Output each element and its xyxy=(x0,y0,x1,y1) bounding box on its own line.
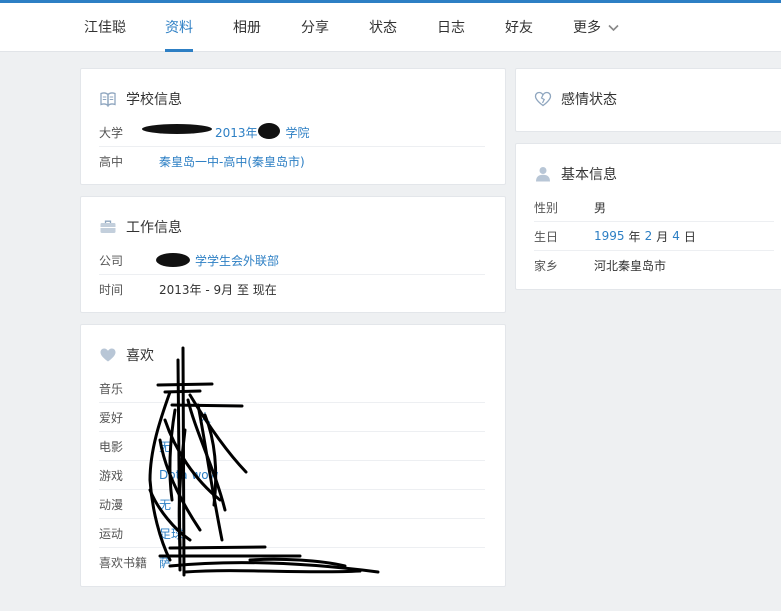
info-row: 运动 足球 xyxy=(99,519,485,548)
field-label: 家乡 xyxy=(534,259,559,273)
info-row: 高中 秦皇岛一中-高中(秦皇岛市) xyxy=(99,147,485,176)
basic-info-card: 基本信息 性别 男 生日 1995 年 2 月 4 日 家乡 河北秦皇岛市 xyxy=(515,143,781,290)
field-label: 高中 xyxy=(99,155,124,169)
heart-icon xyxy=(100,348,116,362)
field-label: 电影 xyxy=(99,439,124,454)
game-value[interactable]: Dota wow xyxy=(159,468,218,482)
info-row: 游戏 Dota wow xyxy=(99,461,485,490)
info-row: 喜欢书籍 萨 xyxy=(99,548,485,577)
person-icon xyxy=(536,167,550,182)
birth-day-link[interactable]: 4 xyxy=(672,229,680,243)
anime-value[interactable]: 无 xyxy=(159,496,171,513)
work-period: 2013年 - 9月 至 现在 xyxy=(159,283,277,297)
nav-item-profile[interactable]: 资料 xyxy=(165,17,193,52)
redaction-mark xyxy=(156,253,190,267)
field-label: 音乐 xyxy=(99,381,124,396)
likes-card: 喜欢 音乐 爱好 人 电影 无 游戏 Dota wow 动漫 无 运动 足球 喜… xyxy=(80,324,506,587)
school-info-header: 学校信息 xyxy=(99,89,182,109)
card-title: 工作信息 xyxy=(126,220,182,236)
nav-item-friends[interactable]: 好友 xyxy=(505,17,533,52)
movie-value[interactable]: 无 xyxy=(159,438,171,455)
field-label: 生日 xyxy=(534,229,559,244)
field-label: 喜欢书籍 xyxy=(99,556,148,570)
sport-value[interactable]: 足球 xyxy=(159,525,183,542)
nav-more-label: 更多 xyxy=(573,20,601,36)
card-title: 基本信息 xyxy=(561,167,617,183)
field-label: 性别 xyxy=(534,200,559,215)
hobby-value[interactable]: 人 xyxy=(199,409,211,426)
info-row: 生日 1995 年 2 月 4 日 xyxy=(534,222,774,251)
field-label: 运动 xyxy=(99,526,124,541)
book-icon xyxy=(100,92,116,108)
info-row: 电影 无 xyxy=(99,432,485,461)
chevron-down-icon xyxy=(608,24,620,32)
university-year-link[interactable]: 2013年 xyxy=(215,124,258,141)
nav-item-more[interactable]: 更多 xyxy=(573,17,620,52)
day-unit: 日 xyxy=(683,229,696,244)
info-row: 家乡 河北秦皇岛市 xyxy=(534,251,774,280)
redaction-mark xyxy=(142,124,212,134)
high-school-link[interactable]: 秦皇岛一中-高中(秦皇岛市) xyxy=(159,153,305,170)
info-row: 音乐 xyxy=(99,374,485,403)
info-row: 时间 2013年 - 9月 至 现在 xyxy=(99,275,485,304)
basic-info-header: 基本信息 xyxy=(534,164,617,184)
info-row: 性别 男 xyxy=(534,193,774,222)
nav-item-status[interactable]: 状态 xyxy=(369,17,397,52)
info-row: 动漫 无 xyxy=(99,490,485,519)
relationship-card: 感情状态 xyxy=(515,68,781,132)
broken-heart-icon xyxy=(534,91,552,107)
month-unit: 月 xyxy=(656,229,669,244)
year-unit: 年 xyxy=(628,229,641,244)
company-link[interactable]: 学学生会外联部 xyxy=(195,252,279,269)
work-info-header: 工作信息 xyxy=(99,217,182,237)
redaction-mark xyxy=(258,123,280,139)
field-label: 游戏 xyxy=(99,468,124,483)
nav-item-name[interactable]: 江佳聪 xyxy=(84,17,126,52)
hometown-value: 河北秦皇岛市 xyxy=(594,259,667,273)
relationship-header: 感情状态 xyxy=(534,89,617,109)
info-row: 爱好 人 xyxy=(99,403,485,432)
university-college-link[interactable]: 学院 xyxy=(286,124,310,141)
card-title: 学校信息 xyxy=(126,92,182,108)
nav-item-blog[interactable]: 日志 xyxy=(437,17,465,52)
field-label: 公司 xyxy=(99,253,124,268)
field-label: 时间 xyxy=(99,283,124,297)
birth-month-link[interactable]: 2 xyxy=(645,229,653,243)
field-label: 爱好 xyxy=(99,410,124,425)
nav-item-album[interactable]: 相册 xyxy=(233,17,261,52)
birth-year-link[interactable]: 1995 xyxy=(594,229,625,243)
card-title: 感情状态 xyxy=(561,92,617,108)
gender-value: 男 xyxy=(594,200,607,215)
field-label: 动漫 xyxy=(99,497,124,512)
books-value[interactable]: 萨 xyxy=(159,554,171,571)
card-title: 喜欢 xyxy=(126,348,154,364)
work-info-card: 工作信息 公司 学学生会外联部 时间 2013年 - 9月 至 现在 xyxy=(80,196,506,313)
briefcase-icon xyxy=(100,220,116,233)
nav-item-share[interactable]: 分享 xyxy=(301,17,329,52)
profile-nav-bar: 江佳聪 资料 相册 分享 状态 日志 好友 更多 xyxy=(0,0,781,52)
likes-header: 喜欢 xyxy=(99,345,154,365)
